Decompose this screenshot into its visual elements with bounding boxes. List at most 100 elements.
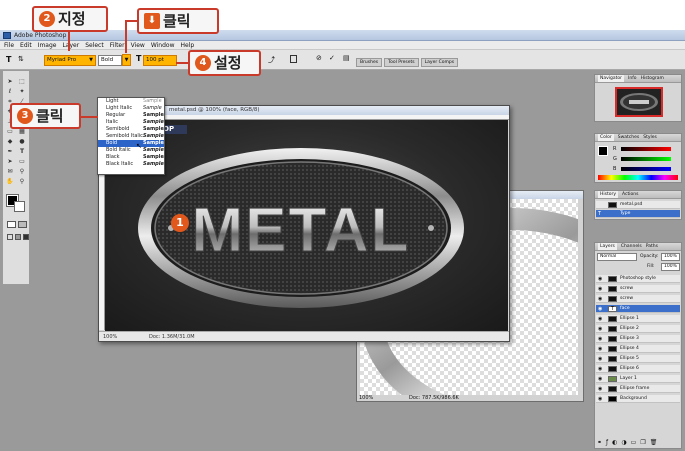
tab-info[interactable]: Info <box>628 75 637 82</box>
history-item[interactable]: metal.psd <box>596 201 680 209</box>
menu-help[interactable]: Help <box>181 41 195 49</box>
path-select-icon[interactable]: ➤ <box>5 157 15 166</box>
font-style-option[interactable]: Italic Sample <box>98 119 164 126</box>
zoom-tool-icon[interactable]: ⚲ <box>17 177 27 186</box>
menu-edit[interactable]: Edit <box>20 41 32 49</box>
font-style-option-selected[interactable]: Bold Sample <box>98 140 164 147</box>
quickmask-mode-icon[interactable] <box>18 221 27 228</box>
warp-text-icon[interactable]: ⤴ <box>268 55 275 65</box>
layer-row[interactable]: ◉ Ellipse 2 <box>596 325 680 333</box>
fx-icon[interactable]: ƒ <box>606 439 608 447</box>
font-style-option[interactable]: Black Italic Sample <box>98 161 164 168</box>
layer-row[interactable]: ◉ Ellipse 4 <box>596 345 680 353</box>
eyedropper-tool-icon[interactable]: ⚲ <box>17 167 27 176</box>
hand-tool-icon[interactable]: ✋ <box>5 177 15 186</box>
trash-icon[interactable]: 🗑 <box>650 439 658 447</box>
font-family-select[interactable]: Myriad Pro ▼ <box>44 55 96 66</box>
eye-icon[interactable]: ◉ <box>598 295 602 302</box>
layer-row[interactable]: ◉ screw <box>596 285 680 293</box>
layer-row[interactable]: ◉ screw <box>596 295 680 303</box>
tab-layer-comps[interactable]: Layer Comps <box>420 58 459 67</box>
menu-select[interactable]: Select <box>85 41 104 49</box>
main-zoom[interactable]: 100% <box>103 334 117 340</box>
eye-icon[interactable]: ◉ <box>598 305 602 312</box>
fill-field[interactable]: 100% <box>661 263 680 271</box>
eye-icon[interactable]: ◉ <box>598 315 602 322</box>
eye-icon[interactable]: ◉ <box>598 355 602 362</box>
font-style-option[interactable]: Bold Italic Sample <box>98 147 164 154</box>
font-style-option[interactable]: Light Sample <box>98 98 164 105</box>
layer-row[interactable]: ◉ Ellipse frame <box>596 385 680 393</box>
tab-channels[interactable]: Channels <box>621 243 642 250</box>
palettes-toggle-icon[interactable] <box>290 55 297 63</box>
opacity-field[interactable]: 100% <box>661 253 680 261</box>
screen-mode-full-icon[interactable] <box>15 234 21 240</box>
color-spectrum[interactable] <box>598 175 678 180</box>
wand-tool-icon[interactable]: ✦ <box>17 87 27 96</box>
mask-icon[interactable]: ◐ <box>612 439 617 447</box>
tab-tool-presets[interactable]: Tool Presets <box>384 58 419 67</box>
font-style-option[interactable]: Black Sample <box>98 154 164 161</box>
tab-navigator[interactable]: Navigator <box>598 75 625 82</box>
link-icon[interactable]: ⚭ <box>597 439 602 447</box>
workspace-icon[interactable]: ▤ <box>343 54 350 62</box>
layer-row-selected[interactable]: ◉ Tface <box>596 305 680 313</box>
eye-icon[interactable]: ◉ <box>598 285 602 292</box>
menu-layer[interactable]: Layer <box>62 41 79 49</box>
blue-slider[interactable] <box>621 167 671 171</box>
font-style-dropdown-button[interactable]: ▼ <box>122 54 131 66</box>
new-layer-icon[interactable]: ❐ <box>640 439 645 447</box>
eye-icon[interactable]: ◉ <box>598 365 602 372</box>
layer-row[interactable]: ◉ Ellipse 3 <box>596 335 680 343</box>
layer-row[interactable]: ◉ Ellipse 5 <box>596 355 680 363</box>
font-style-option[interactable]: Semibold Sample <box>98 126 164 133</box>
eye-icon[interactable]: ◉ <box>598 385 602 392</box>
tab-color[interactable]: Color <box>598 134 614 141</box>
font-style-option[interactable]: Light Italic Sample <box>98 105 164 112</box>
menu-filter[interactable]: Filter <box>110 41 125 49</box>
marquee-tool-icon[interactable]: ⬚ <box>17 77 27 86</box>
tab-swatches[interactable]: Swatches <box>618 134 640 141</box>
history-item-selected[interactable]: T Type <box>596 210 680 218</box>
blur-tool-icon[interactable]: ◆ <box>5 137 15 146</box>
notes-tool-icon[interactable]: ✉ <box>5 167 15 176</box>
layer-row[interactable]: ◉ Ellipse 1 <box>596 315 680 323</box>
tab-styles[interactable]: Styles <box>643 134 657 141</box>
adjustment-icon[interactable]: ◑ <box>621 439 626 447</box>
cancel-icon[interactable]: ⊘ <box>316 54 322 62</box>
eye-icon[interactable]: ◉ <box>598 335 602 342</box>
eye-icon[interactable]: ◉ <box>598 395 602 402</box>
metal-artwork[interactable]: OP METAL 1 <box>105 120 508 331</box>
font-style-option[interactable]: Semibold Italic Sample <box>98 133 164 140</box>
move-tool-icon[interactable]: ➤ <box>5 77 15 86</box>
tab-history[interactable]: History <box>598 191 619 198</box>
eye-icon[interactable]: ◉ <box>598 325 602 332</box>
font-style-select[interactable]: Bold <box>98 55 122 66</box>
font-size-field[interactable]: 100 pt <box>143 55 177 66</box>
eye-icon[interactable]: ◉ <box>598 375 602 382</box>
orientation-toggle-icon[interactable]: ⇅ <box>18 55 24 63</box>
tab-layers[interactable]: Layers <box>598 243 617 250</box>
blend-mode-select[interactable]: Normal <box>597 253 637 261</box>
screen-mode-standard-icon[interactable] <box>7 234 13 240</box>
layer-row[interactable]: ◉ Ellipse 6 <box>596 365 680 373</box>
color-foreground-swatch[interactable] <box>598 146 608 156</box>
type-tool-icon[interactable]: T <box>6 55 11 64</box>
layer-row[interactable]: ◉ Layer 1 <box>596 375 680 383</box>
green-slider[interactable] <box>621 157 671 161</box>
screen-mode-black-icon[interactable] <box>23 234 29 240</box>
menu-image[interactable]: Image <box>38 41 57 49</box>
menu-view[interactable]: View <box>131 41 145 49</box>
eye-icon[interactable]: ◉ <box>598 275 602 282</box>
pen-tool-icon[interactable]: ✒ <box>5 147 15 156</box>
standard-mode-icon[interactable] <box>7 221 16 228</box>
navigator-preview[interactable] <box>615 87 663 117</box>
layer-row[interactable]: ◉ Background <box>596 395 680 403</box>
eye-icon[interactable]: ◉ <box>598 345 602 352</box>
dodge-tool-icon[interactable]: ● <box>17 137 27 146</box>
shape-tool-icon[interactable]: ▭ <box>17 157 27 166</box>
layer-row[interactable]: ◉ Photoshop style <box>596 275 680 283</box>
type-tool-icon[interactable]: T <box>17 147 27 156</box>
commit-icon[interactable]: ✓ <box>329 54 335 62</box>
red-slider[interactable] <box>621 147 671 151</box>
